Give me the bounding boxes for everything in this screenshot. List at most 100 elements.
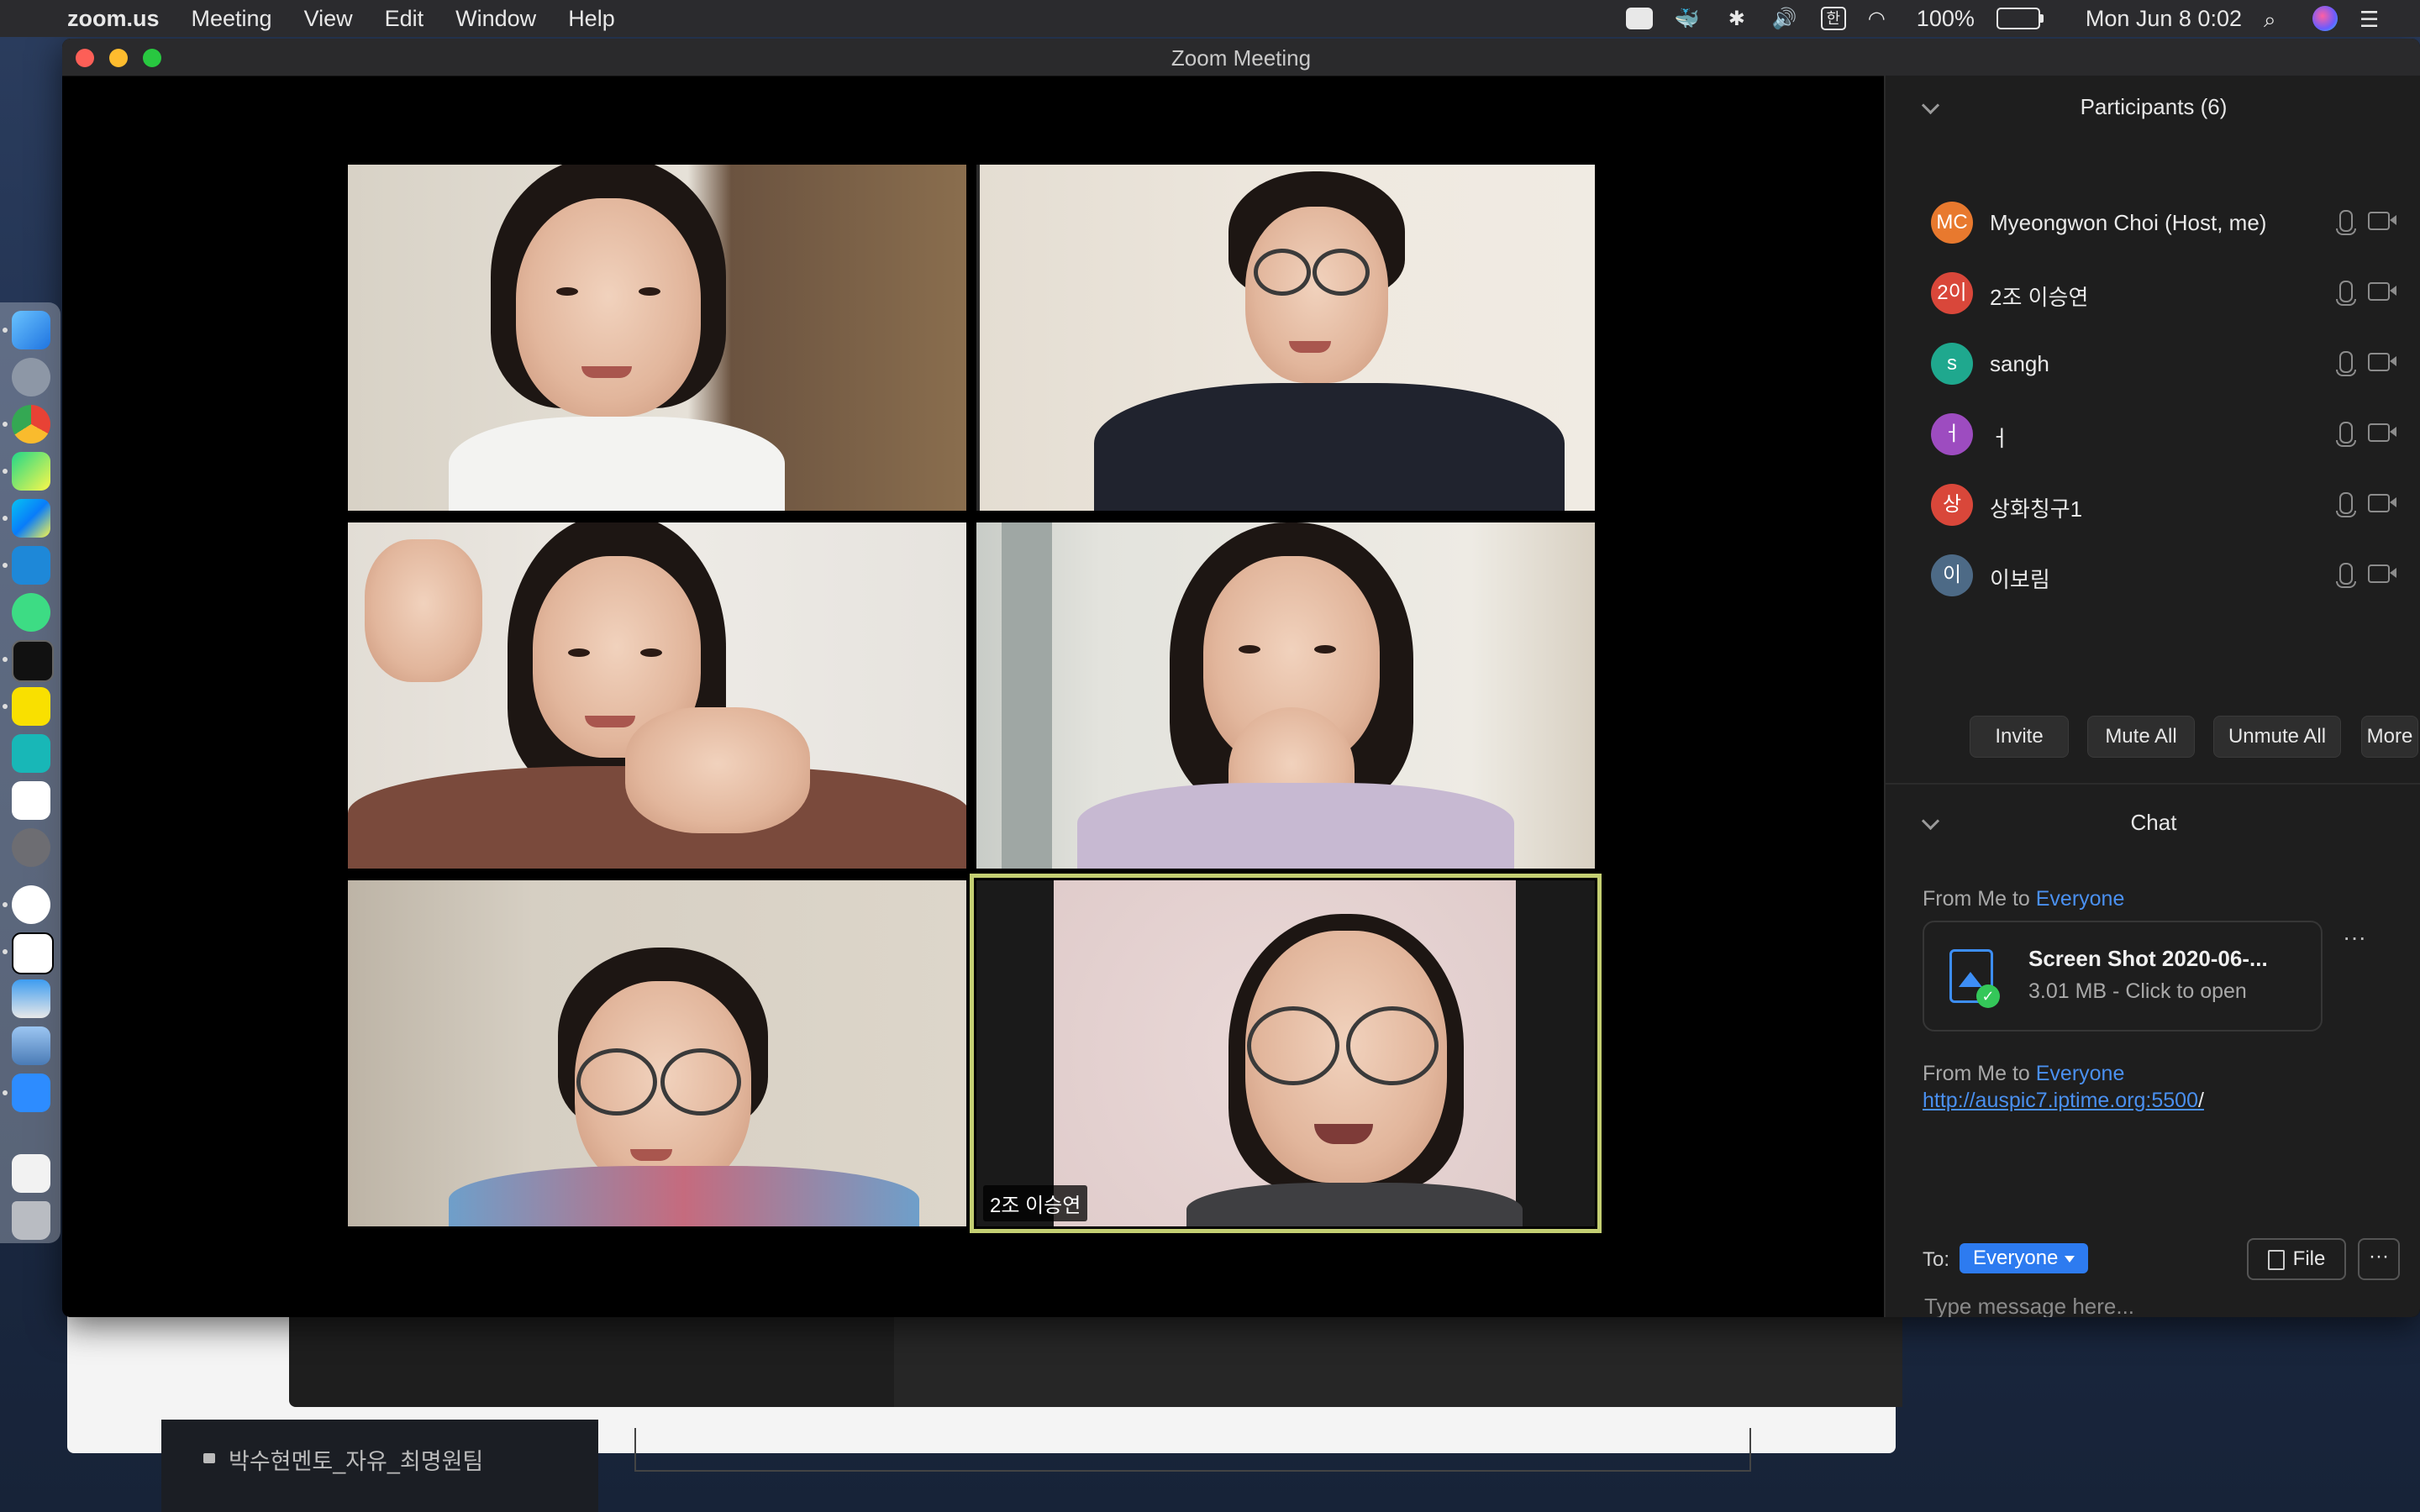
chrome-icon[interactable]	[12, 405, 50, 444]
battery-percent[interactable]: 100%	[1917, 6, 1975, 32]
launchpad-icon[interactable]	[12, 358, 50, 396]
vscode-icon[interactable]	[12, 546, 50, 585]
file-button[interactable]: File	[2247, 1238, 2346, 1280]
pycharm-icon[interactable]	[12, 452, 50, 491]
camera-icon[interactable]	[2368, 353, 2396, 371]
chat-message-input[interactable]: Type message here...	[1924, 1294, 2134, 1317]
message-more-icon[interactable]: ···	[2343, 924, 2366, 951]
mute-all-button[interactable]: Mute All	[2087, 716, 2195, 758]
chat-from-prefix: From Me to	[1923, 1062, 2036, 1085]
trash-icon[interactable]	[12, 1201, 50, 1240]
avatar: ㅓ	[1931, 413, 1973, 455]
participant-row[interactable]: ㅓ ㅓ	[1886, 405, 2420, 464]
avatar: 이	[1931, 554, 1973, 596]
zoom-meeting-window: Zoom Meeting 2조 이승연 Participants (6) MC …	[62, 39, 2420, 1317]
video-tile[interactable]	[976, 522, 1595, 869]
chat-from-prefix: From Me to	[1923, 887, 2036, 911]
chat-recipient[interactable]: Everyone	[2036, 887, 2125, 911]
terminal-icon[interactable]	[12, 640, 54, 682]
dropdown-caret-icon	[2065, 1255, 2075, 1263]
camera-icon[interactable]	[2368, 564, 2396, 583]
menu-app-name[interactable]: zoom.us	[67, 6, 160, 32]
chat-file-attachment[interactable]: ✓ Screen Shot 2020-06-... 3.01 MB - Clic…	[1923, 921, 2323, 1032]
menu-meeting[interactable]: Meeting	[192, 6, 272, 32]
menu-help[interactable]: Help	[568, 6, 615, 32]
dock-running-indicator	[3, 704, 8, 709]
participant-name: 상화칭구1	[1990, 496, 2083, 522]
dock-running-indicator	[3, 328, 8, 333]
video-tile[interactable]	[348, 165, 966, 511]
avatar: 상	[1931, 484, 1973, 526]
wifi-icon[interactable]: ◠	[1868, 7, 1895, 30]
unmute-all-button[interactable]: Unmute All	[2213, 716, 2341, 758]
video-tile[interactable]	[976, 165, 1595, 511]
participant-row[interactable]: MC Myeongwon Choi (Host, me)	[1886, 193, 2420, 252]
menu-bar: zoom.us Meeting View Edit Window Help 🐳 …	[0, 0, 2420, 37]
invite-button[interactable]: Invite	[1970, 716, 2069, 758]
spotlight-search-icon[interactable]: ⌕	[2264, 7, 2291, 32]
lock-icon	[203, 1453, 215, 1463]
avatar: 2이	[1931, 272, 1973, 314]
participants-header: Participants (6)	[1886, 94, 2420, 128]
chat-recipient[interactable]: Everyone	[2036, 1062, 2125, 1085]
participant-row[interactable]: 이 이보림	[1886, 546, 2420, 605]
notion-icon[interactable]	[12, 932, 54, 974]
microphone-icon[interactable]	[2336, 422, 2356, 447]
menu-edit[interactable]: Edit	[385, 6, 424, 32]
dock-running-indicator	[3, 1090, 8, 1095]
chat-link-suffix: /	[2197, 1089, 2204, 1112]
android-studio-icon[interactable]	[12, 593, 50, 632]
preview-icon[interactable]	[12, 1026, 50, 1065]
siri-icon[interactable]	[2312, 6, 2338, 31]
camera-icon[interactable]	[2368, 212, 2396, 230]
finder-icon[interactable]	[12, 311, 50, 349]
participant-row[interactable]: 2이 2조 이승연	[1886, 264, 2420, 323]
webstorm-icon[interactable]	[12, 499, 50, 538]
keynote-icon[interactable]	[12, 979, 50, 1018]
docker-icon[interactable]: 🐳	[1675, 7, 1702, 30]
bluetooth-icon[interactable]: ✱	[1723, 7, 1750, 30]
menu-view[interactable]: View	[304, 6, 353, 32]
microphone-icon[interactable]	[2336, 281, 2356, 306]
slack-icon[interactable]	[12, 885, 50, 924]
camera-icon[interactable]	[2368, 423, 2396, 442]
microphone-icon[interactable]	[2336, 210, 2356, 235]
recipient-select-value: Everyone	[1973, 1247, 2059, 1269]
dock-running-indicator	[3, 516, 8, 521]
reeder-icon[interactable]	[12, 734, 50, 773]
clock[interactable]: Mon Jun 8 0:02	[2086, 6, 2242, 32]
background-channel-item[interactable]: 박수현멘토_자유_최명원팀	[161, 1420, 598, 1512]
participant-row[interactable]: 상 상화칭구1	[1886, 475, 2420, 534]
system-preferences-icon[interactable]	[12, 828, 50, 867]
chat-more-button[interactable]: ···	[2358, 1238, 2400, 1280]
menu-window[interactable]: Window	[455, 6, 536, 32]
zoom-app-icon[interactable]	[12, 1074, 50, 1112]
chat-link[interactable]: http://auspic7.iptime.org:5500	[1923, 1089, 2198, 1112]
participants-title: Participants (6)	[2080, 94, 2228, 119]
dock-running-indicator	[3, 902, 8, 907]
calendar-icon[interactable]	[12, 781, 50, 820]
microphone-icon[interactable]	[2336, 492, 2356, 517]
camera-icon[interactable]	[2368, 282, 2396, 301]
video-tile[interactable]	[348, 522, 966, 869]
volume-icon[interactable]: 🔊	[1772, 7, 1799, 30]
battery-icon[interactable]	[1996, 8, 2044, 29]
avatar: s	[1931, 343, 1973, 385]
participant-name: 이보림	[1990, 567, 2050, 592]
file-meta: 3.01 MB - Click to open	[2028, 979, 2247, 1003]
notification-center-icon[interactable]: ☰	[2360, 7, 2386, 32]
input-source-icon[interactable]: 한	[1820, 7, 1846, 30]
zoom-status-icon[interactable]	[1625, 8, 1653, 29]
participant-name: ㅓ	[1990, 426, 2010, 451]
file-button-label: File	[2292, 1247, 2326, 1270]
video-tile[interactable]	[348, 880, 966, 1226]
dock-running-indicator	[3, 657, 8, 662]
kakaotalk-icon[interactable]	[12, 687, 50, 726]
microphone-icon[interactable]	[2336, 563, 2356, 588]
participant-row[interactable]: s sangh	[1886, 334, 2420, 393]
more-button[interactable]: More	[2361, 716, 2418, 758]
microphone-icon[interactable]	[2336, 351, 2356, 376]
recipient-select[interactable]: Everyone	[1960, 1243, 2089, 1273]
camera-icon[interactable]	[2368, 494, 2396, 512]
downloads-stack-icon[interactable]	[12, 1154, 50, 1193]
